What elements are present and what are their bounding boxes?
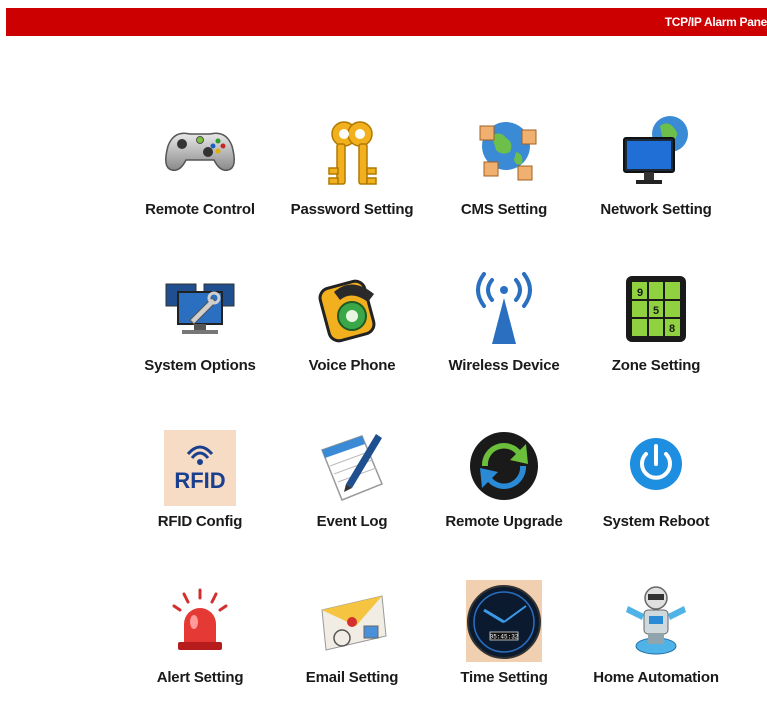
voice-phone-button[interactable]: Voice Phone [276,254,428,404]
remote-upgrade-button[interactable]: Remote Upgrade [428,410,580,560]
antenna-icon [464,264,544,354]
power-icon [616,420,696,510]
email-setting-label: Email Setting [305,669,399,686]
header-title: TCP/IP Alarm Pane [664,15,767,29]
zone-setting-label: Zone Setting [611,357,701,374]
notepad-pen-icon [312,420,392,510]
zone-grid-icon: 9 5 8 [616,264,696,354]
password-setting-button[interactable]: Password Setting [276,98,428,248]
zone-digit-eight: 8 [669,323,675,335]
rfid-icon: RFID [160,420,240,510]
cms-setting-button[interactable]: CMS Setting [428,98,580,248]
clock-icon: 05:45:32 [464,576,544,666]
zone-digit-five: 5 [653,305,659,317]
rfid-config-button[interactable]: RFID RFID Config [124,410,276,560]
envelope-icon [312,576,392,666]
system-reboot-label: System Reboot [602,513,710,530]
home-automation-button[interactable]: Home Automation [580,566,732,716]
remote-control-button[interactable]: Remote Control [124,98,276,248]
system-options-label: System Options [144,357,256,374]
siren-icon [160,576,240,666]
wireless-device-button[interactable]: Wireless Device [428,254,580,404]
globe-network-icon [464,108,544,198]
computers-tools-icon [160,264,240,354]
alert-setting-label: Alert Setting [156,669,244,686]
keys-icon [312,108,392,198]
phone-icon [312,264,392,354]
clock-readout: 05:45:32 [490,634,519,641]
rfid-config-label: RFID Config [157,513,243,530]
voice-phone-label: Voice Phone [308,357,396,374]
robot-icon [616,576,696,666]
zone-setting-button[interactable]: 9 5 8 Zone Setting [580,254,732,404]
system-options-button[interactable]: System Options [124,254,276,404]
time-setting-label: Time Setting [460,669,548,686]
rfid-text: RFID [174,468,225,493]
sync-arrows-icon [464,420,544,510]
alert-setting-button[interactable]: Alert Setting [124,566,276,716]
network-setting-button[interactable]: Network Setting [580,98,732,248]
monitor-globe-icon [616,108,696,198]
cms-setting-label: CMS Setting [460,201,548,218]
event-log-label: Event Log [316,513,388,530]
remote-control-label: Remote Control [145,201,255,218]
time-setting-button[interactable]: 05:45:32 Time Setting [428,566,580,716]
gamepad-icon [160,108,240,198]
top-header-bar: TCP/IP Alarm Pane [6,8,767,36]
system-reboot-button[interactable]: System Reboot [580,410,732,560]
zone-digit-nine: 9 [637,287,643,299]
remote-upgrade-label: Remote Upgrade [445,513,563,530]
password-setting-label: Password Setting [290,201,414,218]
settings-menu-grid: Remote Control Password Setting CMS Sett… [124,98,732,688]
network-setting-label: Network Setting [600,201,712,218]
event-log-button[interactable]: Event Log [276,410,428,560]
wireless-device-label: Wireless Device [448,357,560,374]
email-setting-button[interactable]: Email Setting [276,566,428,716]
home-automation-label: Home Automation [593,669,719,686]
